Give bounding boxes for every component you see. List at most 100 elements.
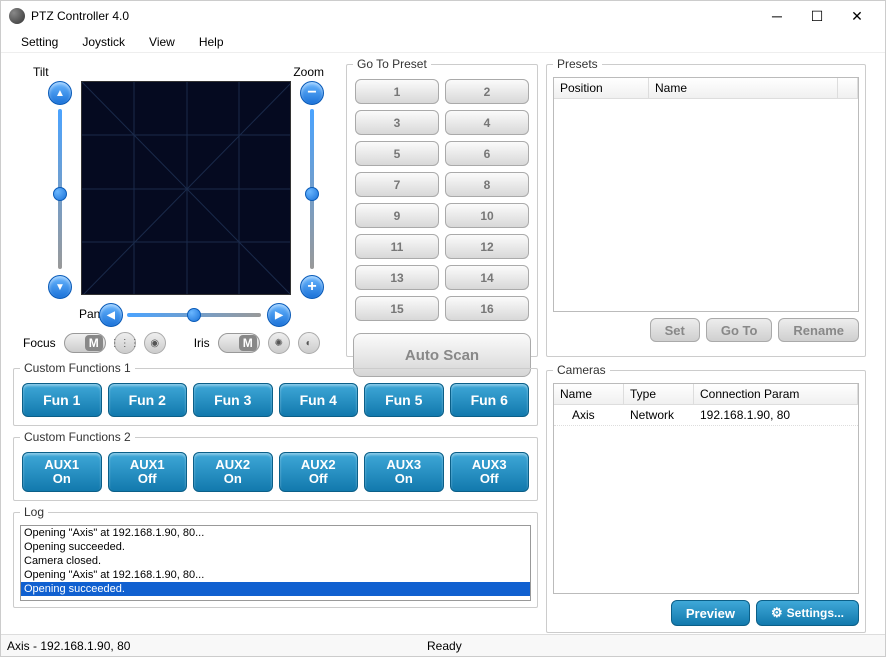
pan-slider-thumb[interactable] <box>187 308 201 322</box>
fun-button-4[interactable]: Fun 4 <box>279 383 359 417</box>
fun-button-3[interactable]: Fun 3 <box>193 383 273 417</box>
zoom-label: Zoom <box>293 65 324 79</box>
title-bar: PTZ Controller 4.0 ─ ☐ ✕ <box>1 1 885 31</box>
iris-mode-toggle[interactable]: M <box>218 333 260 353</box>
aux-button-5[interactable]: AUX3 On <box>364 452 444 492</box>
goto-preset-legend: Go To Preset <box>353 57 431 71</box>
presets-table[interactable]: Position Name <box>553 77 859 312</box>
preset-button-16[interactable]: 16 <box>445 296 529 321</box>
fun-button-1[interactable]: Fun 1 <box>22 383 102 417</box>
aux-button-4[interactable]: AUX2 Off <box>279 452 359 492</box>
fun-button-2[interactable]: Fun 2 <box>108 383 188 417</box>
aux-button-2[interactable]: AUX1 Off <box>108 452 188 492</box>
menu-view[interactable]: View <box>137 33 187 51</box>
presets-panel: Presets Position Name Set Go To Rename <box>546 57 866 357</box>
tilt-slider[interactable] <box>58 109 62 269</box>
pan-right-button[interactable] <box>267 303 291 327</box>
pan-slider[interactable] <box>127 313 261 317</box>
preset-button-3[interactable]: 3 <box>355 110 439 135</box>
log-line[interactable]: Camera closed. <box>21 554 530 568</box>
aux-button-1[interactable]: AUX1 On <box>22 452 102 492</box>
log-line[interactable]: Opening "Axis" at 192.168.1.90, 80... <box>21 568 530 582</box>
aux-button-6[interactable]: AUX3 Off <box>450 452 530 492</box>
preset-goto-button[interactable]: Go To <box>706 318 773 342</box>
cameras-legend: Cameras <box>553 363 610 377</box>
cameras-col-conn[interactable]: Connection Param <box>694 384 858 404</box>
cameras-panel: Cameras Name Type Connection Param AxisN… <box>546 363 866 633</box>
menu-setting[interactable]: Setting <box>9 33 70 51</box>
custom-functions-2-legend: Custom Functions 2 <box>20 430 135 444</box>
iris-open-button[interactable]: ✺ <box>268 332 290 354</box>
joystick-pad[interactable] <box>81 81 291 295</box>
settings-button[interactable]: Settings... <box>756 600 859 626</box>
custom-functions-1-panel: Custom Functions 1 Fun 1Fun 2Fun 3Fun 4F… <box>13 361 538 426</box>
preset-set-button[interactable]: Set <box>650 318 700 342</box>
cameras-col-type[interactable]: Type <box>624 384 694 404</box>
log-line[interactable]: Opening succeeded. <box>21 582 530 596</box>
status-bar: Axis - 192.168.1.90, 80 Ready <box>1 634 885 656</box>
status-left: Axis - 192.168.1.90, 80 <box>7 639 427 653</box>
presets-legend: Presets <box>553 57 602 71</box>
cameras-table[interactable]: Name Type Connection Param AxisNetwork19… <box>553 383 859 594</box>
preset-button-13[interactable]: 13 <box>355 265 439 290</box>
log-legend: Log <box>20 505 48 519</box>
maximize-button[interactable]: ☐ <box>797 4 837 28</box>
preset-button-8[interactable]: 8 <box>445 172 529 197</box>
log-line[interactable]: Opening "Axis" at 192.168.1.90, 80... <box>21 526 530 540</box>
custom-functions-1-legend: Custom Functions 1 <box>20 361 135 375</box>
aux-button-3[interactable]: AUX2 On <box>193 452 273 492</box>
gear-icon <box>771 605 783 621</box>
presets-col-name[interactable]: Name <box>649 78 838 98</box>
preset-button-2[interactable]: 2 <box>445 79 529 104</box>
ptz-control-panel: Tilt Zoom Pan <box>13 57 338 357</box>
preset-button-11[interactable]: 11 <box>355 234 439 259</box>
minimize-button[interactable]: ─ <box>757 4 797 28</box>
tilt-up-button[interactable] <box>48 81 72 105</box>
preset-button-7[interactable]: 7 <box>355 172 439 197</box>
iris-label: Iris <box>194 336 210 350</box>
log-panel: Log Opening "Axis" at 192.168.1.90, 80..… <box>13 505 538 608</box>
focus-near-button[interactable]: ⋮⋮⋮ <box>114 332 136 354</box>
fun-button-5[interactable]: Fun 5 <box>364 383 444 417</box>
app-icon <box>9 8 25 24</box>
cameras-col-name[interactable]: Name <box>554 384 624 404</box>
preset-button-12[interactable]: 12 <box>445 234 529 259</box>
preset-button-6[interactable]: 6 <box>445 141 529 166</box>
preset-button-5[interactable]: 5 <box>355 141 439 166</box>
zoom-in-button[interactable] <box>300 275 324 299</box>
status-mid: Ready <box>427 639 462 653</box>
focus-mode-toggle[interactable]: M <box>64 333 106 353</box>
log-list[interactable]: Opening "Axis" at 192.168.1.90, 80...Ope… <box>20 525 531 601</box>
preview-button[interactable]: Preview <box>671 600 750 626</box>
pan-label: Pan <box>79 307 100 321</box>
log-line[interactable]: Opening succeeded. <box>21 540 530 554</box>
preset-button-4[interactable]: 4 <box>445 110 529 135</box>
tilt-label: Tilt <box>33 65 49 79</box>
preset-button-9[interactable]: 9 <box>355 203 439 228</box>
preset-button-10[interactable]: 10 <box>445 203 529 228</box>
pan-left-button[interactable] <box>99 303 123 327</box>
joystick-grid-icon <box>82 82 291 295</box>
preset-button-14[interactable]: 14 <box>445 265 529 290</box>
zoom-slider[interactable] <box>310 109 314 269</box>
preset-button-1[interactable]: 1 <box>355 79 439 104</box>
preset-button-15[interactable]: 15 <box>355 296 439 321</box>
tilt-down-button[interactable] <box>48 275 72 299</box>
presets-col-position[interactable]: Position <box>554 78 649 98</box>
goto-preset-panel: Go To Preset 12345678910111213141516 Aut… <box>346 57 538 357</box>
close-button[interactable]: ✕ <box>837 4 877 28</box>
fun-button-6[interactable]: Fun 6 <box>450 383 530 417</box>
zoom-slider-thumb[interactable] <box>305 187 319 201</box>
menu-help[interactable]: Help <box>187 33 236 51</box>
camera-row[interactable]: AxisNetwork192.168.1.90, 80 <box>554 405 858 426</box>
custom-functions-2-panel: Custom Functions 2 AUX1 OnAUX1 OffAUX2 O… <box>13 430 538 501</box>
presets-col-spacer <box>838 78 858 98</box>
focus-far-button[interactable]: ◉ <box>144 332 166 354</box>
preset-rename-button[interactable]: Rename <box>778 318 859 342</box>
menu-joystick[interactable]: Joystick <box>70 33 137 51</box>
focus-label: Focus <box>23 336 56 350</box>
tilt-slider-thumb[interactable] <box>53 187 67 201</box>
window-title: PTZ Controller 4.0 <box>31 9 757 23</box>
iris-close-button[interactable]: ◐ <box>298 332 320 354</box>
zoom-out-button[interactable] <box>300 81 324 105</box>
